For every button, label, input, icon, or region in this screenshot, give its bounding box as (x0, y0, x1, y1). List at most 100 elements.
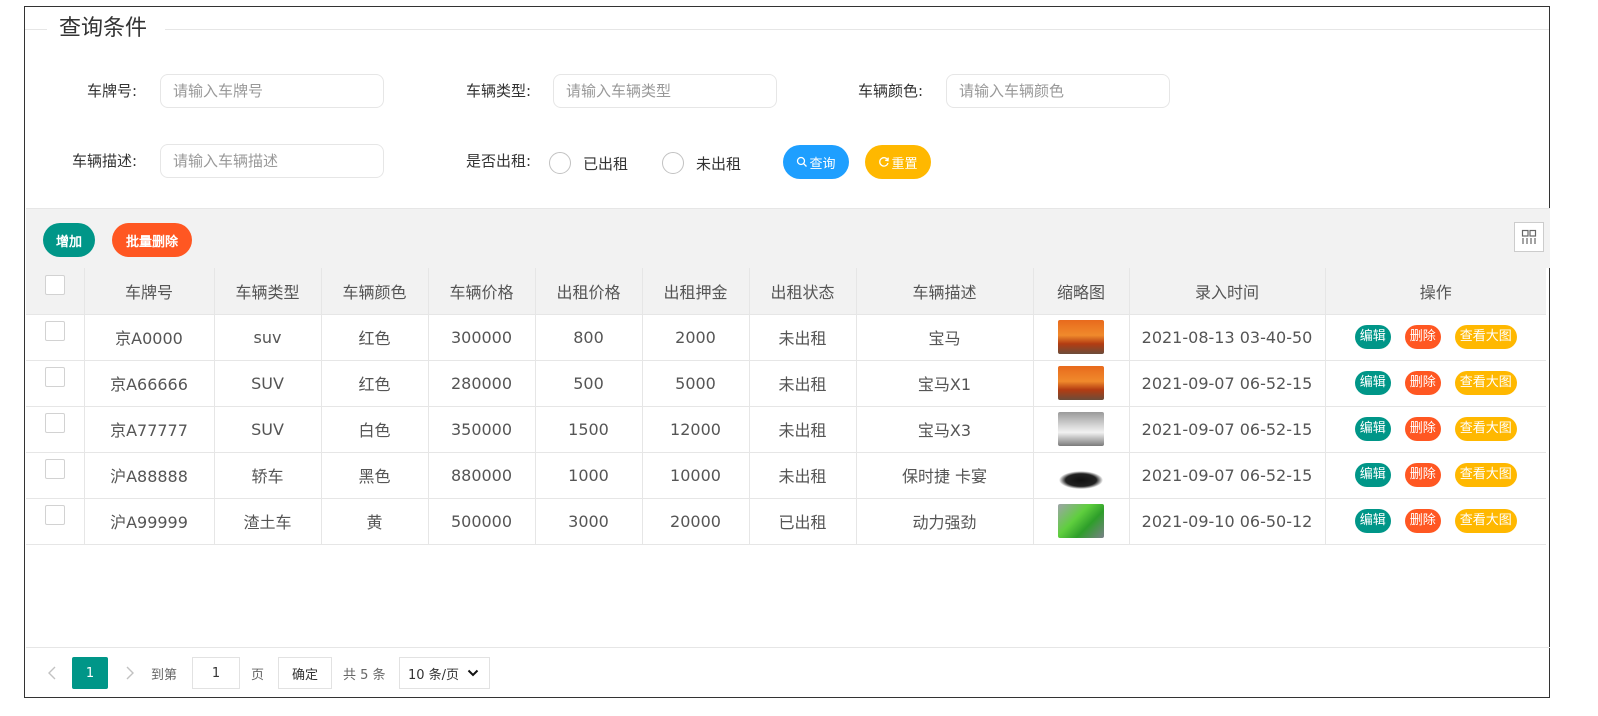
main-panel: 查询条件 车牌号: 车辆类型: 车辆颜色: 车辆描述: 是否出租: 已出租 未出… (24, 6, 1550, 698)
radio-circle[interactable] (549, 152, 571, 174)
select-all-checkbox[interactable] (44, 275, 65, 295)
fieldset-border-right (165, 29, 1549, 30)
cell-actions: 编辑 删除 查看大图 (1325, 406, 1546, 453)
cell-thumb (1033, 498, 1130, 545)
row-select-cell[interactable] (26, 360, 85, 407)
fieldset-border-left (25, 29, 47, 30)
row-checkbox[interactable] (44, 413, 65, 434)
plate-input[interactable] (160, 74, 384, 108)
radio-not-rented-label: 未出租 (696, 154, 742, 173)
header-rent-price: 出租价格 (535, 268, 643, 315)
desc-input[interactable] (160, 144, 384, 178)
cell-price: 300000 (428, 314, 536, 361)
row-select-cell[interactable] (26, 452, 85, 499)
edit-button[interactable]: 编辑 (1354, 509, 1391, 533)
cell-price: 880000 (428, 452, 536, 499)
type-input[interactable] (553, 74, 777, 108)
grid-columns-icon (1521, 229, 1537, 244)
row-checkbox[interactable] (44, 505, 65, 526)
row-checkbox[interactable] (44, 321, 65, 342)
edit-button[interactable]: 编辑 (1354, 325, 1391, 349)
radio-rented[interactable]: 已出租 (549, 150, 628, 176)
color-input[interactable] (946, 74, 1170, 108)
edit-button[interactable]: 编辑 (1354, 371, 1391, 395)
cell-type: SUV (214, 406, 322, 453)
radio-circle[interactable] (662, 152, 684, 174)
row-select-cell[interactable] (26, 314, 85, 361)
cell-desc: 宝马X1 (856, 360, 1034, 407)
radio-rented-label: 已出租 (583, 154, 629, 173)
view-image-button[interactable]: 查看大图 (1454, 325, 1517, 349)
page-size-select[interactable]: 10 条/页 (399, 657, 490, 689)
goto-confirm-button[interactable]: 确定 (278, 657, 332, 689)
type-label: 车辆类型: (465, 82, 531, 100)
table-toolbar: 增加 批量删除 (26, 208, 1550, 268)
cell-price: 350000 (428, 406, 536, 453)
color-label: 车辆颜色: (857, 82, 923, 100)
cell-plate: 京A0000 (84, 314, 215, 361)
table-row: 京A66666 SUV 红色 280000 500 5000 未出租 宝马X1 … (26, 360, 1546, 407)
cell-plate: 沪A88888 (84, 452, 215, 499)
chevron-left-icon (48, 666, 56, 680)
cell-time: 2021-09-07 06-52-15 (1129, 406, 1326, 453)
cell-plate: 沪A99999 (84, 498, 215, 545)
row-checkbox[interactable] (44, 459, 65, 480)
row-checkbox[interactable] (44, 367, 65, 388)
green-truck-thumbnail[interactable] (1058, 504, 1104, 538)
cell-deposit: 20000 (642, 498, 750, 545)
table-row: 沪A99999 渣土车 黄 500000 3000 20000 已出租 动力强劲… (26, 498, 1546, 545)
delete-button[interactable]: 删除 (1404, 417, 1441, 441)
cell-plate: 京A77777 (84, 406, 215, 453)
edit-button[interactable]: 编辑 (1354, 463, 1391, 487)
cell-color: 红色 (321, 314, 429, 361)
delete-button[interactable]: 删除 (1404, 371, 1441, 395)
goto-page-input[interactable]: 1 (192, 657, 240, 689)
batch-delete-button[interactable]: 批量删除 (112, 223, 192, 257)
reset-button[interactable]: 重置 (865, 145, 931, 179)
delete-button[interactable]: 删除 (1404, 463, 1441, 487)
cell-actions: 编辑 删除 查看大图 (1325, 498, 1546, 545)
radio-not-rented[interactable]: 未出租 (662, 150, 741, 176)
page-1-button[interactable]: 1 (72, 657, 108, 689)
cell-thumb (1033, 360, 1130, 407)
cell-price: 280000 (428, 360, 536, 407)
add-button[interactable]: 增加 (43, 223, 95, 257)
cell-status: 未出租 (749, 452, 857, 499)
header-type: 车辆类型 (214, 268, 322, 315)
black-car-thumbnail[interactable] (1058, 458, 1104, 492)
delete-button[interactable]: 删除 (1404, 509, 1441, 533)
cell-type: SUV (214, 360, 322, 407)
row-select-cell[interactable] (26, 406, 85, 453)
view-image-button[interactable]: 查看大图 (1454, 463, 1517, 487)
orange-suv-thumbnail[interactable] (1058, 320, 1104, 354)
white-suv-thumbnail[interactable] (1058, 412, 1104, 446)
edit-button[interactable]: 编辑 (1354, 417, 1391, 441)
row-select-cell[interactable] (26, 498, 85, 545)
plate-label: 车牌号: (86, 82, 137, 100)
search-button[interactable]: 查询 (783, 145, 849, 179)
cell-deposit: 2000 (642, 314, 750, 361)
cell-status: 已出租 (749, 498, 857, 545)
prev-page-button[interactable] (41, 657, 63, 689)
cell-actions: 编辑 删除 查看大图 (1325, 452, 1546, 499)
table-row: 京A77777 SUV 白色 350000 1500 12000 未出租 宝马X… (26, 406, 1546, 453)
view-image-button[interactable]: 查看大图 (1454, 509, 1517, 533)
reset-button-label: 重置 (891, 155, 918, 171)
next-page-button[interactable] (119, 657, 141, 689)
orange-suv-thumbnail[interactable] (1058, 366, 1104, 400)
header-deposit: 出租押金 (642, 268, 750, 315)
view-image-button[interactable]: 查看大图 (1454, 371, 1517, 395)
delete-button[interactable]: 删除 (1404, 325, 1441, 349)
header-select-all[interactable] (26, 268, 85, 315)
chevron-right-icon (126, 666, 134, 680)
header-status: 出租状态 (749, 268, 857, 315)
pager-divider (26, 647, 1550, 648)
view-image-button[interactable]: 查看大图 (1454, 417, 1517, 441)
cell-deposit: 5000 (642, 360, 750, 407)
header-price: 车辆价格 (428, 268, 536, 315)
column-toggle-button[interactable] (1514, 222, 1544, 252)
header-thumb: 缩略图 (1033, 268, 1130, 315)
cell-color: 黑色 (321, 452, 429, 499)
cell-desc: 动力强劲 (856, 498, 1034, 545)
cell-rent-price: 800 (535, 314, 643, 361)
